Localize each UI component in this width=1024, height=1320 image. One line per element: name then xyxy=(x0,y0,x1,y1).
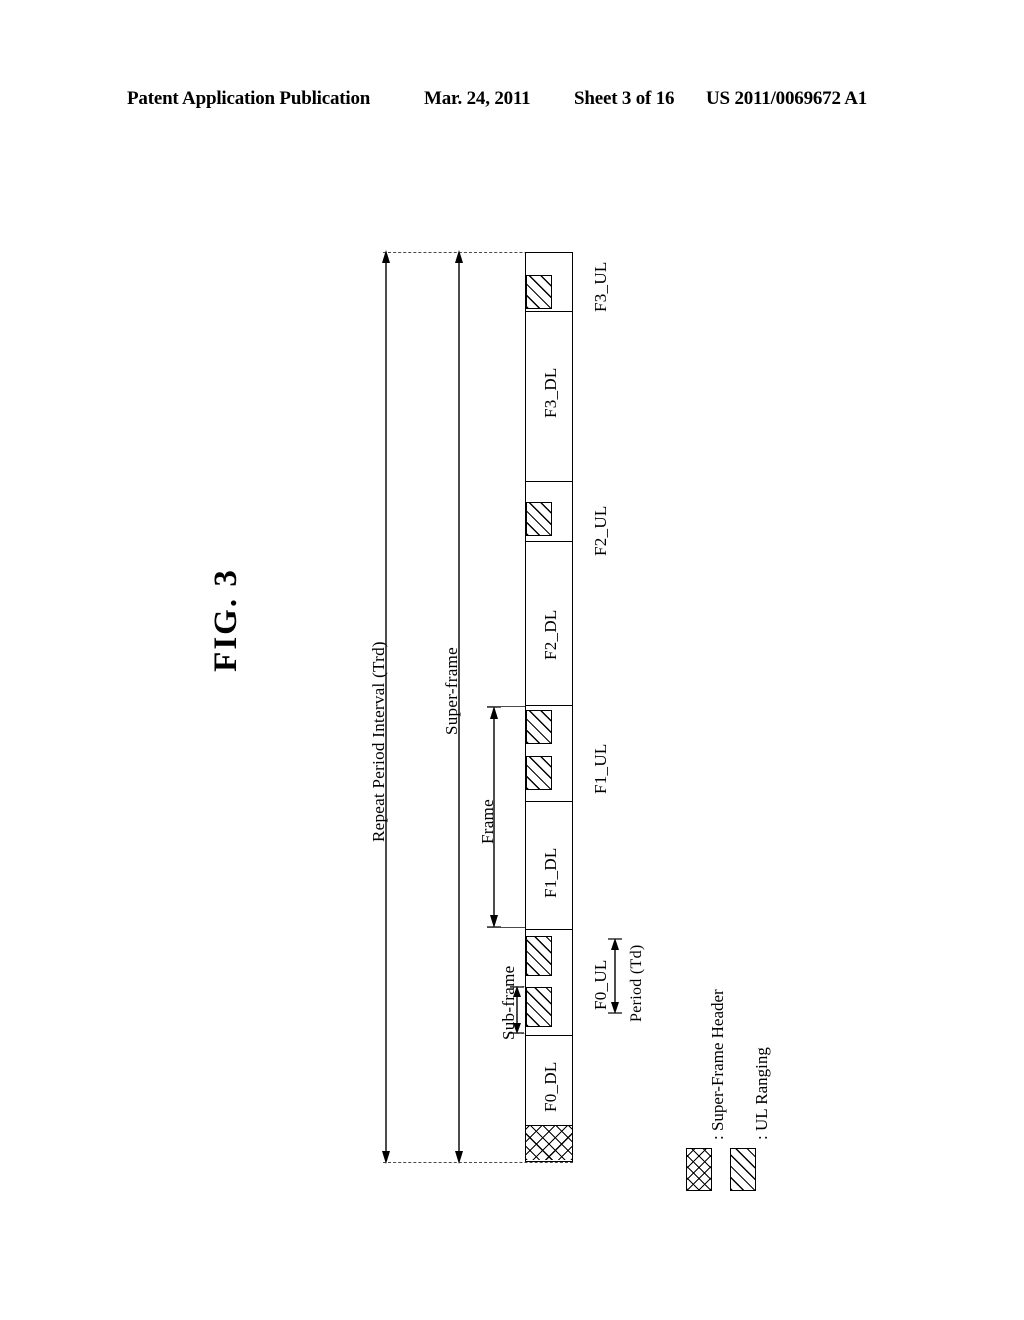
ul-ranging-block xyxy=(526,710,552,744)
super-frame-header-block xyxy=(526,1125,572,1160)
ul-ranging-block xyxy=(526,502,552,536)
segment-label-f3-dl: F3_DL xyxy=(541,367,560,418)
segment-label-f0-dl: F0_DL xyxy=(541,1061,560,1112)
segment-label-f2-dl: F2_DL xyxy=(541,609,560,660)
segment-f1-ul xyxy=(526,705,572,801)
period-label: Period (Td) xyxy=(628,944,645,1022)
ul-ranging-block xyxy=(526,756,552,790)
ul-ranging-swatch-icon xyxy=(730,1148,756,1191)
segment-label-f0-ul: F0_UL xyxy=(591,959,610,1010)
segment-f2-ul xyxy=(526,481,572,541)
frame-structure-diagram: Repeat Period Interval (Trd) Super-frame… xyxy=(0,0,1024,1320)
segment-f0-ul xyxy=(526,929,572,1035)
segment-label-f3-ul: F3_UL xyxy=(591,261,610,312)
segment-label-f1-ul: F1_UL xyxy=(591,743,610,794)
ul-ranging-block xyxy=(526,936,552,976)
period-measure xyxy=(608,938,622,1014)
legend: : Super-Frame Header : UL Ranging xyxy=(686,989,786,1192)
legend-label-ul-ranging: : UL Ranging xyxy=(752,1047,771,1140)
ul-ranging-block xyxy=(526,275,552,309)
frame-tick-bottom xyxy=(487,927,529,928)
subframe-label: Sub-frame xyxy=(499,965,518,1040)
frame-tick-top xyxy=(487,706,529,707)
super-frame-header-swatch-icon xyxy=(686,1148,712,1191)
frame-label: Frame xyxy=(478,799,497,844)
superframe-label: Super-frame xyxy=(442,647,461,735)
baseline-reference xyxy=(383,1162,573,1163)
segment-label-f2-ul: F2_UL xyxy=(591,505,610,556)
legend-label-super-frame-header: : Super-Frame Header xyxy=(708,989,727,1140)
repeat-period-label: Repeat Period Interval (Trd) xyxy=(369,641,388,842)
segment-f3-ul xyxy=(526,253,572,311)
ul-ranging-block xyxy=(526,987,552,1027)
segment-label-f1-dl: F1_DL xyxy=(541,847,560,898)
